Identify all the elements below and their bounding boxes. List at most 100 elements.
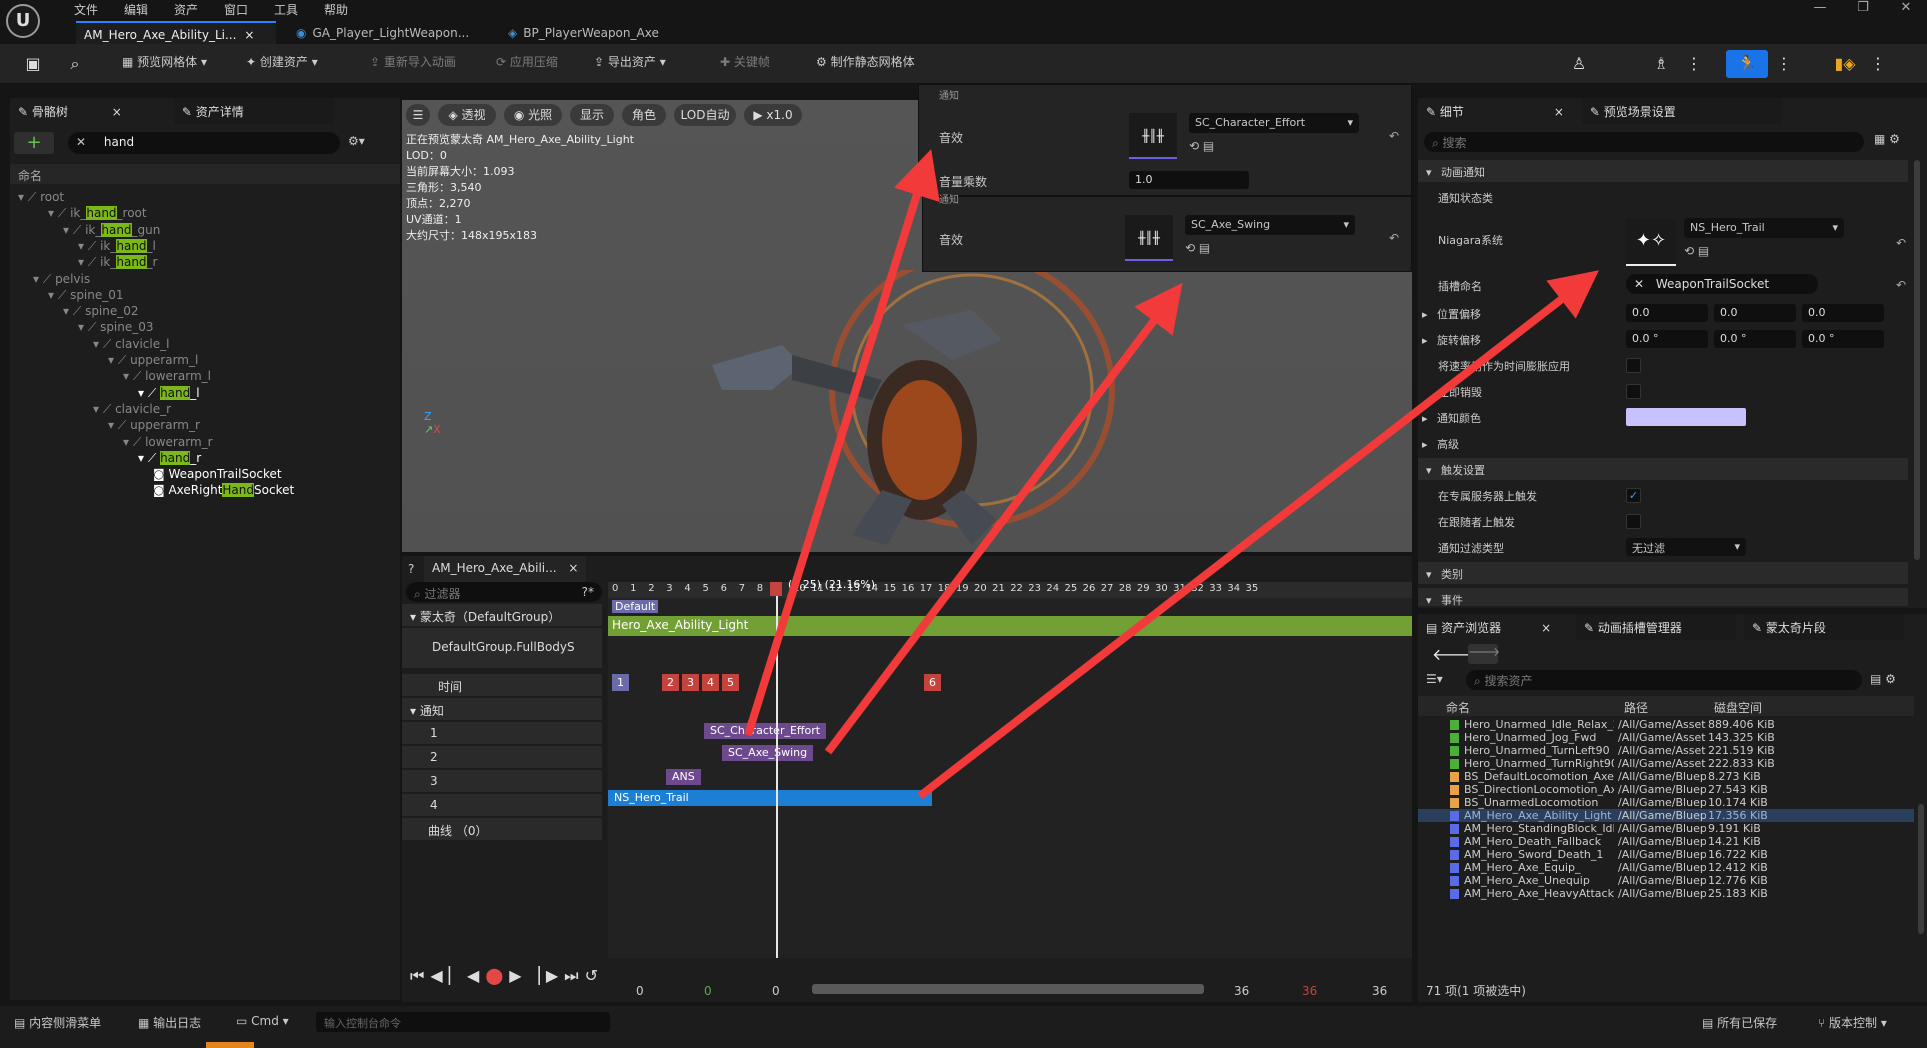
asset-actions-icons[interactable]: ⟲ ▤	[1189, 139, 1214, 153]
location-x-input[interactable]: 0.0	[1626, 304, 1708, 322]
dedicated-server-checkbox[interactable]: ✓	[1626, 488, 1641, 503]
cmd-dropdown[interactable]: ▭ Cmd ▾	[236, 1014, 289, 1028]
bone-node[interactable]: ▾ ⟋ spine_03	[78, 320, 154, 335]
asset-row[interactable]: AM_Hero_StandingBlock_Idle/All/Game/Blue…	[1418, 822, 1914, 835]
notify-track-1[interactable]: 1	[402, 722, 602, 744]
record-icon[interactable]: ⬤	[485, 966, 509, 985]
close-icon[interactable]: ×	[112, 105, 122, 119]
asset-row[interactable]: AM_Hero_Sword_Death_1/All/Game/Bluepr 16.…	[1418, 848, 1914, 861]
folder-settings-icon[interactable]: ▤ ⚙	[1870, 672, 1896, 686]
bone-node[interactable]: ▾ ⟋ ik_hand_gun	[63, 222, 160, 238]
asset-row[interactable]: BS_DirectionLocomotion_Axe/All/Game/Blue…	[1418, 783, 1914, 796]
asset-actions-icons[interactable]: ⟲ ▤	[1684, 244, 1709, 258]
column-name[interactable]: 命名	[1446, 699, 1470, 716]
bone-node[interactable]: ▾ ⟋ root	[18, 190, 64, 205]
play-icon[interactable]: ▶	[509, 966, 527, 985]
asset-row[interactable]: AM_Hero_Axe_Equip_/All/Game/Bluepr 12.412…	[1418, 861, 1914, 874]
playhead[interactable]	[776, 582, 778, 958]
character-button[interactable]: 角色	[622, 104, 666, 126]
bone-node[interactable]: ▾ ⟋ spine_01	[48, 288, 124, 303]
bone-node[interactable]: ▾ ⟋ hand_r	[138, 450, 201, 466]
help-icon[interactable]: ?	[408, 562, 414, 576]
bone-node[interactable]: ▾ ⟋ ik_hand_l	[78, 238, 156, 254]
animation-mode-icon[interactable]: 🏃	[1726, 50, 1768, 78]
keyframe-button[interactable]: ✚ 关键帧	[720, 53, 770, 75]
bone-node[interactable]: ▾ ⟋ ik_hand_root	[48, 206, 147, 221]
asset-row[interactable]: AM_Hero_Death_Fallback/All/Game/Bluepr 14…	[1418, 835, 1914, 848]
unreal-logo-icon[interactable]: U	[6, 4, 40, 38]
preview-mesh-button[interactable]: ▦ 预览网格体 ▾	[122, 53, 207, 75]
column-disk-size[interactable]: 磁盘空间	[1714, 699, 1762, 716]
menu-file[interactable]: 文件	[74, 1, 98, 19]
lod-button[interactable]: LOD自动	[674, 104, 736, 126]
apply-compression-button[interactable]: ⟳ 应用压缩	[496, 53, 558, 75]
location-offset-row[interactable]: ▸ 位置偏移	[1422, 302, 1481, 324]
destroy-immediately-checkbox[interactable]	[1626, 384, 1641, 399]
export-asset-button[interactable]: ⇪ 导出资产 ▾	[594, 53, 666, 75]
asset-row[interactable]: Hero_Unarmed_TurnRight90/All/Game/Assets…	[1418, 757, 1914, 770]
rotation-offset-row[interactable]: ▸ 旋转偏移	[1422, 328, 1481, 350]
section-anim-notify[interactable]: ▾ 动画通知	[1418, 160, 1908, 182]
time-ruler[interactable]: 0123456789101112131415161718192021222324…	[608, 582, 1412, 598]
track-area[interactable]: 0123456789101112131415161718192021222324…	[608, 578, 1412, 958]
content-drawer-button[interactable]: ▤ 内容侧滑菜单	[14, 1014, 101, 1031]
section-category[interactable]: ▾ 类别	[1418, 562, 1908, 584]
details-scrollbar[interactable]	[1914, 160, 1920, 560]
sound-asset-dropdown[interactable]: SC_Character_Effort ▾	[1189, 113, 1359, 133]
tab-asset-details[interactable]: ✎ 资产详情	[173, 98, 334, 124]
settings-icon[interactable]: ⚙▾	[348, 134, 365, 148]
notify-color-swatch[interactable]	[1626, 408, 1746, 426]
notify-filter-dropdown[interactable]: 无过滤 ▾	[1626, 538, 1746, 556]
menu-tools[interactable]: 工具	[274, 1, 298, 19]
clear-icon[interactable]: ✕	[76, 135, 86, 149]
play-reverse-icon[interactable]: ◀	[467, 966, 485, 985]
menu-asset[interactable]: 资产	[174, 1, 198, 19]
reset-icon[interactable]: ↶	[1896, 236, 1906, 250]
notify-color-row[interactable]: ▸ 通知颜色	[1422, 406, 1481, 428]
console-command-input[interactable]: 输入控制台命令	[316, 1012, 610, 1032]
reimport-button[interactable]: ⇪ 重新导入动画	[370, 53, 456, 75]
section-trigger-settings[interactable]: ▾ 触发设置	[1418, 458, 1908, 480]
notify-track-4[interactable]: 4	[402, 794, 602, 816]
go-to-end-icon[interactable]: ⏭	[564, 966, 584, 985]
time-dilation-checkbox[interactable]	[1626, 358, 1641, 373]
output-log-button[interactable]: ▦ 输出日志	[138, 1014, 201, 1031]
playhead-handle[interactable]	[770, 582, 782, 596]
location-z-input[interactable]: 0.0	[1802, 304, 1884, 322]
menu-window[interactable]: 窗口	[224, 1, 248, 19]
make-static-mesh-button[interactable]: ⚙ 制作静态网格体	[816, 53, 915, 75]
bone-node[interactable]: ▾ ⟋ clavicle_r	[93, 402, 171, 417]
branch-marker[interactable]: 5	[722, 674, 739, 691]
tab-details[interactable]: ✎ 细节 ×	[1418, 98, 1578, 124]
lighting-button[interactable]: ◉ 光照	[504, 104, 562, 126]
bone-node[interactable]: ▾ ⟋ ik_hand_r	[78, 255, 157, 270]
bone-node[interactable]: ▾ ⟋ upperarm_l	[108, 353, 198, 368]
asset-row[interactable]: BS_DefaultLocomotion_Axe/All/Game/Bluepr…	[1418, 770, 1914, 783]
filter-icon[interactable]: ☰▾	[1426, 672, 1443, 686]
skeleton-mode-icon[interactable]: ♙	[1558, 50, 1600, 78]
branch-marker[interactable]: 2	[662, 674, 679, 691]
playback-speed-button[interactable]: ▶ x1.0	[744, 104, 802, 126]
bone-node[interactable]: ◙ AxeRightHandSocket	[153, 483, 294, 498]
menu-edit[interactable]: 编辑	[124, 1, 148, 19]
forward-arrow-icon[interactable]: 🡒	[1468, 644, 1500, 664]
bone-node[interactable]: ▾ ⟋ hand_l	[138, 385, 200, 401]
rotation-z-input[interactable]: 0.0 °	[1802, 330, 1884, 348]
show-button[interactable]: 显示	[570, 104, 614, 126]
menu-help[interactable]: 帮助	[324, 1, 348, 19]
step-forward-icon[interactable]: ▕▶	[528, 966, 565, 985]
notify-ans[interactable]: ANS	[666, 769, 701, 785]
bone-node[interactable]: ▾ ⟋ lowerarm_r	[123, 435, 213, 450]
minimize-icon[interactable]: —	[1800, 0, 1840, 20]
clear-icon[interactable]: ✕	[1634, 277, 1644, 291]
socket-name-field[interactable]: ✕ WeaponTrailSocket	[1626, 274, 1818, 294]
all-saved-button[interactable]: ▤ 所有已保存	[1702, 1014, 1777, 1031]
add-icon[interactable]: +	[14, 132, 54, 154]
asset-search-input[interactable]: ⌕ 搜索资产	[1466, 670, 1862, 690]
timeline-filter-input[interactable]: ⌕ 过滤器 ?*	[406, 582, 602, 602]
more-options-icon[interactable]: ⋮	[1870, 50, 1886, 78]
asset-actions-icons[interactable]: ⟲ ▤	[1185, 241, 1210, 255]
close-icon[interactable]: ×	[1541, 621, 1551, 635]
loop-icon[interactable]: ↺	[585, 966, 604, 985]
rotation-x-input[interactable]: 0.0 °	[1626, 330, 1708, 348]
